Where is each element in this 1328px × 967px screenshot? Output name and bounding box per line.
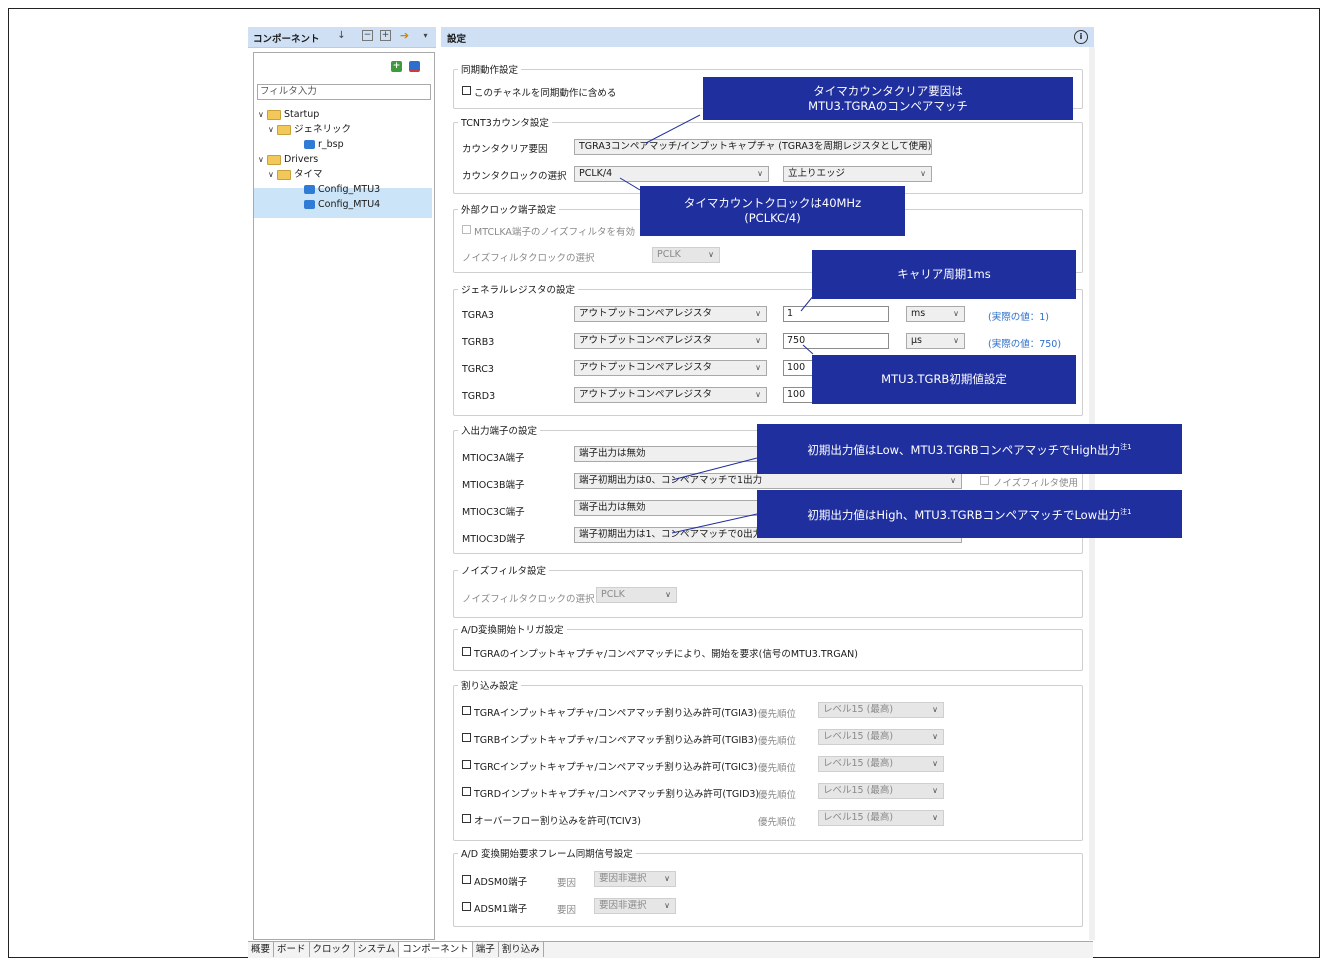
callout-counter-clear: タイマカウンタクリア要因は MTU3.TGRAのコンペアマッチ xyxy=(703,77,1073,120)
callout-count-clock: タイマカウントクロックは40MHz (PCLKC/4) xyxy=(640,186,905,236)
callout-leader-lines xyxy=(619,114,815,534)
leader-line-1 xyxy=(645,114,701,144)
callout-output-low-high: 初期出力値はLow、MTU3.TGRBコンペアマッチでHigh出力注1 xyxy=(757,424,1182,474)
callout-tgrb-initial: MTU3.TGRB初期値設定 xyxy=(812,355,1076,404)
leader-line-2 xyxy=(619,177,641,191)
leader-line-4 xyxy=(802,344,814,355)
callout-carrier-period: キャリア周期1ms xyxy=(812,250,1076,299)
callout-output-high-low: 初期出力値はHigh、MTU3.TGRBコンペアマッチでLow出力注1 xyxy=(757,490,1182,538)
leader-line-5 xyxy=(671,457,758,481)
leader-line-6 xyxy=(671,513,758,534)
